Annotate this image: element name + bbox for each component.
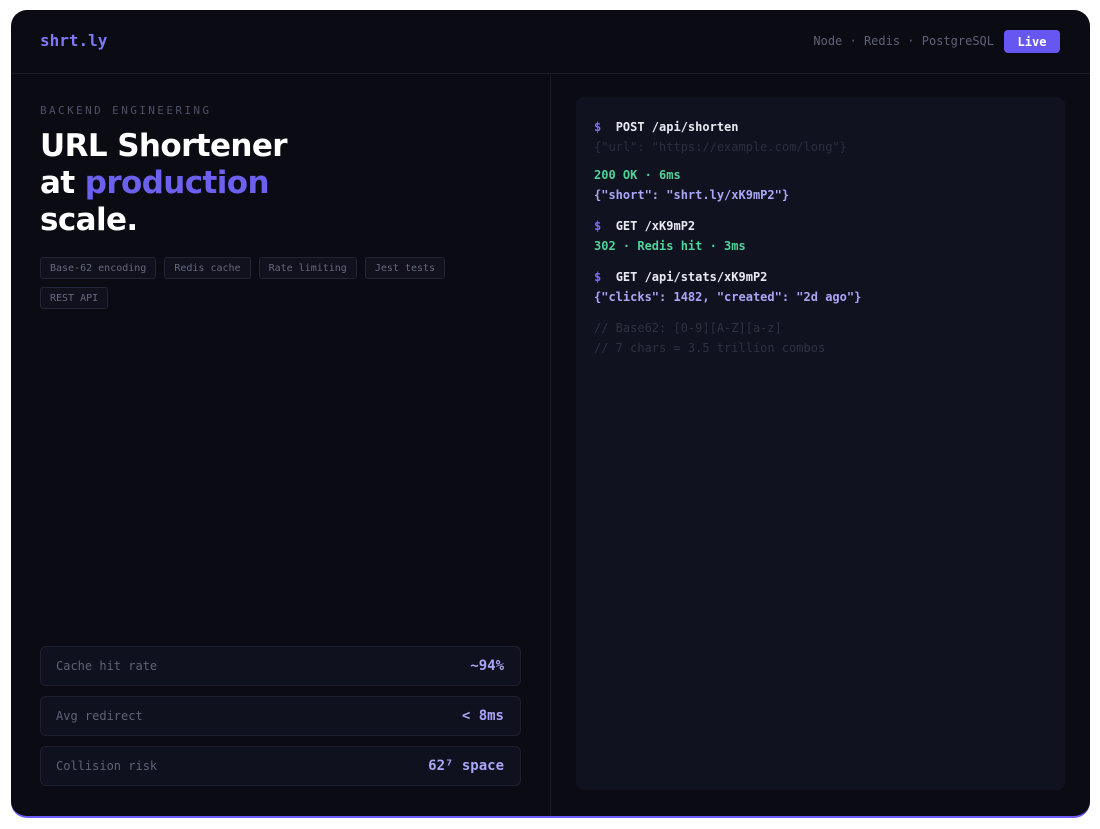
command-text: POST /api/shorten: [615, 120, 739, 134]
title-line-2-prefix: at: [40, 165, 85, 201]
metric-value: 62⁷ space: [428, 758, 504, 774]
prompt-symbol: $: [594, 120, 602, 134]
metric-label: Cache hit rate: [56, 659, 158, 673]
response-status: 302 · Redis hit · 3ms: [594, 239, 746, 253]
live-badge[interactable]: Live: [1004, 30, 1060, 53]
metric-label: Collision risk: [56, 759, 158, 773]
request-body: {"url": "https://example.com/long"}: [594, 140, 847, 154]
tag-base62: Base-62 encoding: [40, 257, 157, 279]
command-text: GET /xK9mP2: [615, 219, 696, 233]
terminal-panel: $ POST /api/shorten {"url": "https://exa…: [576, 97, 1065, 790]
tag-rest-api: REST API: [40, 287, 109, 309]
tag-jest-tests: Jest tests: [364, 257, 446, 279]
metric-value: < 8ms: [461, 708, 504, 724]
page-title: URL Shortener at production scale.: [40, 128, 288, 239]
title-line-3: scale.: [40, 202, 138, 238]
prompt-symbol: $: [594, 219, 602, 233]
top-bar: shrt.ly Node · Redis · PostgreSQL Live: [11, 10, 1090, 74]
prompt-symbol: $: [594, 270, 602, 284]
response-status: 200 OK · 6ms: [594, 168, 681, 182]
section-eyebrow: BACKEND ENGINEERING: [40, 104, 212, 117]
terminal-command: $ POST /api/shorten: [594, 117, 1047, 137]
tag-redis-cache: Redis cache: [164, 257, 251, 279]
tag-rate-limiting: Rate limiting: [258, 257, 357, 279]
metric-avg-redirect: Avg redirect < 8ms: [40, 696, 521, 736]
metric-value: ~94%: [470, 658, 504, 674]
code-comment: // Base62: [0-9][A-Z][a-z]: [594, 321, 782, 335]
terminal-command: $ GET /api/stats/xK9mP2: [594, 267, 1047, 287]
code-comment: // 7 chars = 3.5 trillion combos: [594, 341, 826, 355]
metric-label: Avg redirect: [56, 709, 143, 723]
tech-tags: Base-62 encoding Redis cache Rate limiti…: [40, 257, 480, 309]
column-divider: [550, 74, 551, 816]
brand-logo[interactable]: shrt.ly: [40, 31, 107, 50]
metric-collision-risk: Collision risk 62⁷ space: [40, 746, 521, 786]
tech-stack-label: Node · Redis · PostgreSQL: [813, 34, 994, 48]
response-body: {"clicks": 1482, "created": "2d ago"}: [594, 290, 862, 304]
metric-cache-hit-rate: Cache hit rate ~94%: [40, 646, 521, 686]
response-body: {"short": "shrt.ly/xK9mP2"}: [594, 188, 790, 202]
command-text: GET /api/stats/xK9mP2: [615, 270, 768, 284]
terminal-command: $ GET /xK9mP2: [594, 216, 1047, 236]
title-accent-word: production: [84, 165, 270, 201]
metrics-list: Cache hit rate ~94% Avg redirect < 8ms C…: [40, 646, 521, 796]
app-frame: shrt.ly Node · Redis · PostgreSQL Live B…: [11, 10, 1090, 818]
title-line-1: URL Shortener: [40, 128, 288, 164]
